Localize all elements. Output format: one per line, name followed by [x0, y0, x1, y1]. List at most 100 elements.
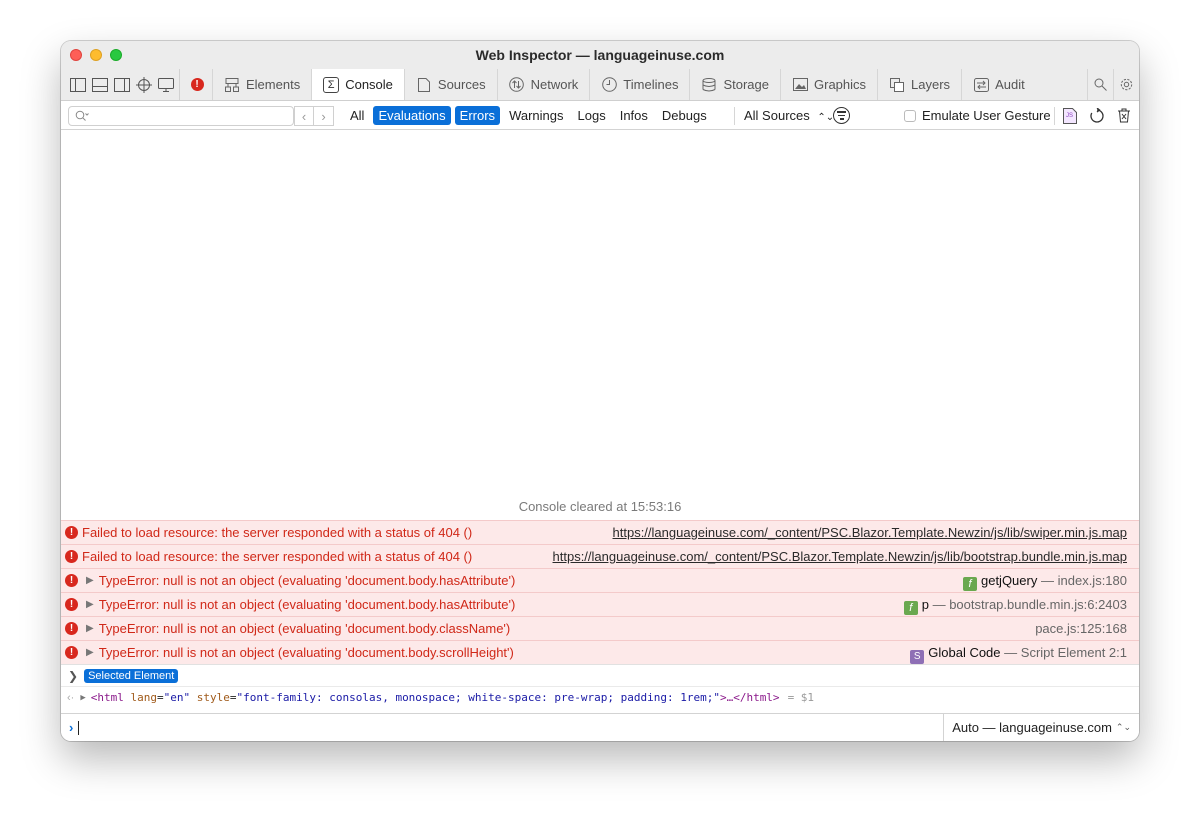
error-icon: ! [65, 526, 78, 539]
tab-label: Elements [246, 77, 301, 92]
filter-errors[interactable]: Errors [454, 106, 501, 125]
disclosure-triangle-icon[interactable]: ▶ [80, 693, 85, 703]
function-name: getjQuery [980, 573, 1038, 588]
message-text: TypeError: null is not an object (evalua… [98, 573, 516, 588]
disclosure-triangle-icon[interactable]: ▶ [86, 647, 94, 658]
elements-icon [224, 77, 240, 93]
error-icon: ! [65, 598, 78, 611]
timelines-icon [601, 77, 617, 93]
next-result-button[interactable]: › [314, 106, 334, 126]
function-badge-icon: f [903, 601, 918, 615]
console-search-input[interactable] [93, 109, 263, 123]
layers-icon [889, 77, 905, 93]
message-text: Failed to load resource: the server resp… [82, 549, 473, 564]
call-location[interactable]: S Global Code — Script Element 2:1 [910, 645, 1127, 664]
disclosure-triangle-icon[interactable]: ▶ [86, 599, 94, 610]
call-location[interactable]: f getjQuery — index.js:180 [962, 573, 1127, 591]
html-tag-open: <html [90, 691, 124, 704]
filter-warnings[interactable]: Warnings [504, 106, 568, 125]
console-error-message[interactable]: ! ▶ TypeError: null is not an object (ev… [61, 640, 1139, 664]
graphics-icon [792, 77, 808, 93]
message-text: TypeError: null is not an object (evalua… [98, 645, 514, 660]
selected-element-command[interactable]: ❯ Selected Element [61, 664, 1139, 686]
function-badge-icon: f [962, 577, 977, 591]
separator: — [1004, 645, 1018, 660]
tab-console[interactable]: Σ Console [311, 69, 404, 100]
sources-label: All Sources [744, 108, 810, 123]
html-tag-close: >…</html> [719, 691, 780, 704]
evaluation-result[interactable]: ‹· ▶ <html lang = "en" style = "font-family:… [61, 686, 1139, 708]
emulate-checkbox[interactable] [904, 109, 916, 122]
source-link[interactable]: https://languageinuse.com/_content/PSC.B… [613, 525, 1127, 540]
filter-infos[interactable]: Infos [615, 106, 653, 125]
console-filter-bar: ‹ › All Evaluations Errors Warnings Logs… [61, 101, 1139, 130]
tab-network[interactable]: Network [496, 69, 590, 100]
trash-icon[interactable] [1115, 106, 1133, 125]
title-bar: Web Inspector — languageinuse.com [61, 41, 1139, 69]
tab-layers[interactable]: Layers [877, 69, 961, 100]
filter-all[interactable]: All [345, 106, 369, 125]
dock-left-icon[interactable] [67, 69, 89, 100]
tab-sources[interactable]: Sources [403, 69, 497, 100]
attr-name: lang [130, 691, 158, 704]
previous-result-button[interactable]: ‹ [294, 106, 314, 126]
gear-icon[interactable] [1113, 69, 1139, 100]
filter-evaluations[interactable]: Evaluations [373, 106, 451, 125]
message-text: TypeError: null is not an object (evalua… [98, 621, 511, 636]
console-error-message[interactable]: ! ▶ TypeError: null is not an object (ev… [61, 568, 1139, 592]
console-error-message[interactable]: ! ▶ TypeError: null is not an object (ev… [61, 616, 1139, 640]
call-location[interactable]: fp — bootstrap.bundle.min.js:6:2403 [903, 597, 1127, 615]
filter-debugs[interactable]: Debugs [657, 106, 712, 125]
tab-label: Graphics [814, 77, 867, 92]
selected-element-badge: Selected Element [84, 668, 179, 683]
sources-select[interactable]: All Sources ⌃⌄ [744, 106, 834, 127]
source-location[interactable]: pace.js:125:168 [1035, 621, 1127, 636]
filter-options-icon[interactable] [833, 107, 850, 124]
web-inspector-window: Web Inspector — languageinuse.com ! Elem… [61, 41, 1139, 741]
tab-elements[interactable]: Elements [212, 69, 311, 100]
dock-bottom-icon[interactable] [89, 69, 111, 100]
crosshair-icon[interactable] [133, 69, 155, 100]
console-messages: ! Failed to load resource: the server re… [61, 520, 1139, 708]
disclosure-triangle-icon[interactable]: ▶ [86, 623, 94, 634]
console-search-field[interactable] [68, 106, 294, 126]
emulate-label: Emulate User Gesture [922, 108, 1051, 123]
disclosure-triangle-icon[interactable]: ▶ [86, 575, 94, 586]
emulate-user-gesture[interactable]: Emulate User Gesture [904, 106, 1051, 125]
tab-audit[interactable]: Audit [961, 69, 1036, 100]
source-link[interactable]: https://languageinuse.com/_content/PSC.B… [553, 549, 1127, 564]
tab-label: Audit [995, 77, 1025, 92]
audit-icon [973, 77, 989, 93]
console-error-message[interactable]: ! Failed to load resource: the server re… [61, 544, 1139, 568]
script-badge-icon: S [910, 649, 925, 664]
console-error-message[interactable]: ! Failed to load resource: the server re… [61, 520, 1139, 544]
message-text: TypeError: null is not an object (evalua… [98, 597, 516, 612]
error-icon: ! [65, 646, 78, 659]
filter-divider [1054, 107, 1055, 125]
console-output: Console cleared at 15:53:16 ! Failed to … [61, 131, 1139, 741]
tab-timelines[interactable]: Timelines [589, 69, 689, 100]
dock-right-icon[interactable] [111, 69, 133, 100]
filter-divider [734, 107, 735, 125]
window-title: Web Inspector — languageinuse.com [475, 47, 725, 63]
function-name: Global Code [928, 645, 1001, 660]
result-variable: = $1 [787, 691, 815, 704]
execution-context-select[interactable]: Auto — languageinuse.com ⌃⌄ [943, 714, 1139, 741]
source-location: Script Element 2:1 [1020, 645, 1127, 660]
tab-label: Network [530, 77, 579, 92]
result-arrow-icon: ‹· [67, 691, 75, 704]
filter-logs[interactable]: Logs [573, 106, 611, 125]
console-error-message[interactable]: ! ▶ TypeError: null is not an object (ev… [61, 592, 1139, 616]
tab-storage[interactable]: Storage [689, 69, 780, 100]
js-file-icon[interactable]: JS [1061, 106, 1079, 125]
error-count-icon[interactable]: ! [182, 69, 212, 100]
tab-graphics[interactable]: Graphics [780, 69, 877, 100]
reload-icon[interactable] [1088, 106, 1106, 125]
console-prompt[interactable]: › Auto — languageinuse.com ⌃⌄ [61, 713, 1139, 741]
separator: — [932, 597, 946, 612]
device-icon[interactable] [155, 69, 177, 100]
tab-label: Timelines [623, 77, 679, 92]
search-icon [75, 110, 89, 121]
attr-value: "font-family: consolas, monospace; white… [236, 691, 720, 704]
search-icon[interactable] [1087, 69, 1113, 100]
